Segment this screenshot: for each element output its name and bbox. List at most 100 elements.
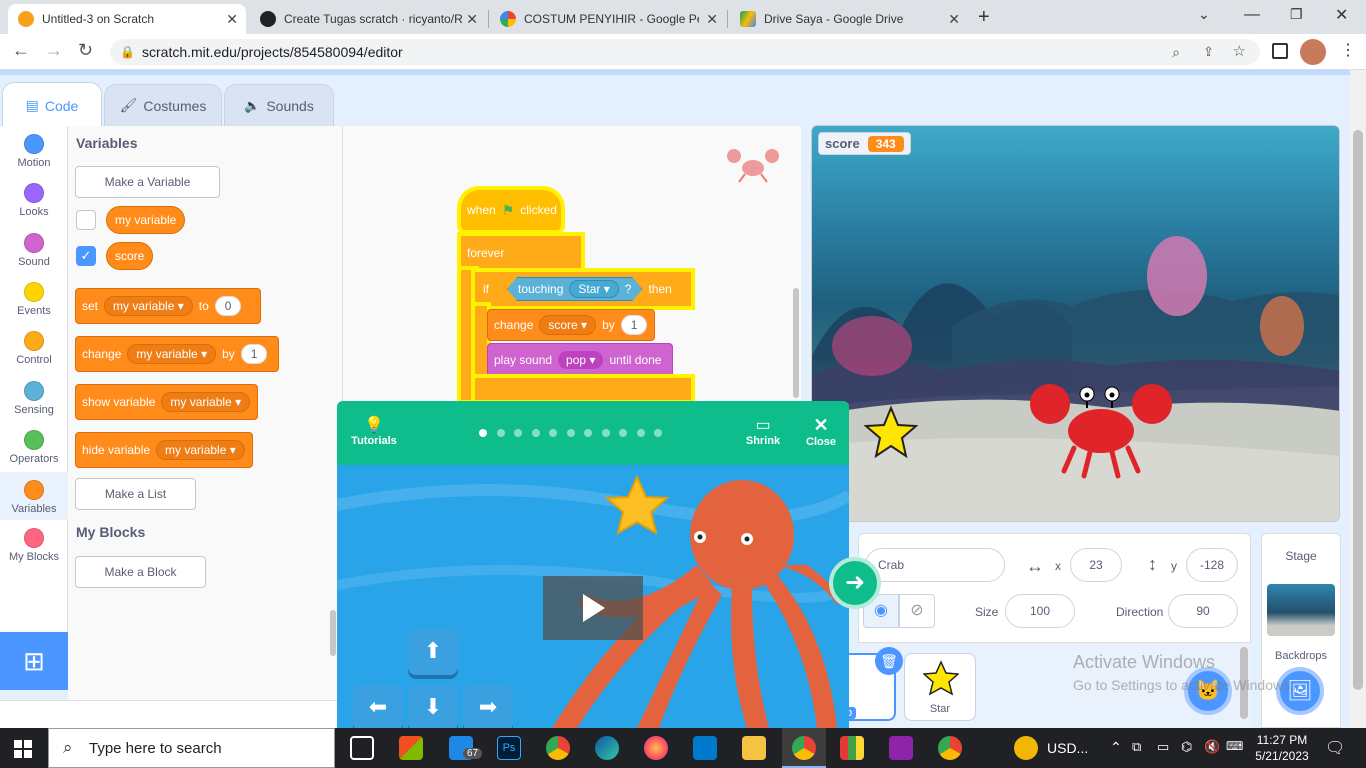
battery-icon[interactable]: ▭ (1157, 739, 1169, 755)
play-video-button[interactable] (543, 576, 643, 640)
currency-widget-icon[interactable] (1014, 736, 1038, 760)
change-score-block[interactable]: change score ▾ by 1 (487, 309, 655, 341)
tutorial-next-button[interactable]: ➜ (829, 557, 881, 609)
workspace-scrollbar[interactable] (793, 288, 799, 398)
minimize-icon[interactable]: — (1244, 6, 1260, 24)
close-tab-icon[interactable]: ✕ (466, 11, 478, 28)
tutorial-page-dot[interactable] (584, 429, 592, 437)
score-monitor[interactable]: score 343 (818, 132, 911, 155)
tutorial-page-dot[interactable] (601, 429, 610, 437)
make-variable-button[interactable]: Make a Variable (75, 166, 220, 198)
tutorial-page-dot[interactable] (514, 429, 522, 437)
chrome-icon[interactable] (546, 736, 570, 760)
my-variable-checkbox[interactable] (76, 210, 96, 230)
firefox-icon[interactable] (644, 736, 668, 760)
tutorial-page-dot[interactable] (636, 429, 645, 437)
make-block-button[interactable]: Make a Block (75, 556, 206, 588)
variable-dropdown[interactable]: my variable ▾ (161, 392, 251, 412)
close-tab-icon[interactable]: ✕ (226, 11, 238, 28)
tutorial-page-dot[interactable] (531, 429, 540, 437)
share-icon[interactable]: ⇪ (1203, 39, 1214, 65)
page-scrollbar[interactable] (1350, 70, 1366, 728)
tab-scratch[interactable]: Untitled-3 on Scratch ✕ (8, 4, 246, 34)
category-myblocks[interactable]: My Blocks (0, 528, 68, 563)
ms-store-icon[interactable] (399, 736, 423, 760)
score-checkbox[interactable]: ✓ (76, 246, 96, 266)
shrink-button[interactable]: ▭ Shrink (741, 415, 785, 447)
tab-sounds[interactable]: 🔈 Sounds (224, 84, 334, 126)
chrome-active-task[interactable] (782, 728, 826, 768)
url-field[interactable]: 🔒 scratch.mit.edu/projects/854580094/edi… (110, 39, 1260, 65)
winrar-icon[interactable] (889, 736, 913, 760)
stage-canvas[interactable] (811, 125, 1340, 522)
network-icon[interactable]: ⌬ (1181, 739, 1192, 755)
if-then-block[interactable]: if touching Star ▾ ? then (475, 272, 691, 306)
delete-sprite-button[interactable]: 🗑 (875, 647, 903, 675)
reload-icon[interactable]: ↻ (78, 40, 93, 61)
category-events[interactable]: Events (0, 282, 68, 317)
app-icon-multicolor[interactable] (840, 736, 864, 760)
close-tab-icon[interactable]: ✕ (948, 11, 960, 28)
tutorial-page-dot[interactable] (496, 429, 505, 437)
hide-sprite-button[interactable]: ⊘ (899, 594, 935, 628)
new-tab-button[interactable]: + (978, 6, 990, 29)
tutorial-page-dot[interactable] (549, 429, 557, 437)
forward-icon[interactable]: → (45, 40, 63, 61)
when-flag-clicked-block[interactable]: when ⚑ clicked (461, 190, 561, 230)
clock-date[interactable]: 5/21/2023 (1254, 749, 1310, 763)
tutorial-video[interactable]: ⬆ ⬅ ⬇ ➡ (337, 465, 849, 728)
category-variables[interactable]: Variables (0, 472, 68, 520)
sprite-tile-star[interactable]: Star (904, 653, 976, 721)
side-panel-icon[interactable] (1272, 43, 1288, 59)
tab-costumes[interactable]: 🖌 Costumes (104, 84, 222, 126)
category-sensing[interactable]: Sensing (0, 381, 68, 416)
x-field[interactable]: 23 (1070, 548, 1122, 582)
value-input[interactable]: 1 (620, 315, 648, 335)
restore-icon[interactable]: ❐ (1290, 6, 1303, 23)
currency-widget-text[interactable]: USD... (1047, 740, 1088, 756)
category-control[interactable]: Control (0, 331, 68, 366)
star-sprite-icon[interactable] (864, 405, 918, 459)
close-tutorial-button[interactable]: ✕ Close (799, 415, 843, 448)
show-variable-block[interactable]: show variable my variable ▾ (75, 384, 258, 420)
variable-dropdown[interactable]: my variable ▾ (127, 344, 217, 364)
profile-avatar[interactable] (1300, 39, 1326, 65)
file-explorer-icon[interactable] (742, 736, 766, 760)
task-view-icon[interactable] (350, 736, 374, 760)
y-field[interactable]: -128 (1186, 548, 1238, 582)
volume-icon[interactable]: 🔇 (1204, 739, 1220, 755)
add-extension-button[interactable]: ⊞ (0, 632, 68, 690)
tab-code[interactable]: ▤ Code (2, 82, 102, 128)
score-reporter[interactable]: score (106, 242, 154, 270)
my-variable-reporter[interactable]: my variable (106, 206, 186, 234)
tutorial-page-dot[interactable] (566, 429, 575, 437)
direction-field[interactable]: 90 (1168, 594, 1238, 628)
taskbar-search[interactable]: ⌕ Type here to search (48, 728, 335, 768)
palette-scrollbar[interactable] (330, 610, 336, 656)
variable-dropdown[interactable]: score ▾ (539, 315, 597, 335)
variable-dropdown[interactable]: my variable ▾ (104, 296, 193, 316)
back-icon[interactable]: ← (12, 40, 30, 61)
bookmark-star-icon[interactable]: ☆ (1233, 39, 1246, 65)
category-sound[interactable]: Sound (0, 233, 68, 268)
tray-chevron-icon[interactable]: ⌃ (1110, 739, 1122, 756)
tutorial-page-dot[interactable] (619, 429, 627, 437)
vscode-icon[interactable] (693, 736, 717, 760)
play-sound-block[interactable]: play sound pop ▾ until done (487, 343, 673, 377)
tutorial-page-dot[interactable] (654, 429, 662, 437)
make-list-button[interactable]: Make a List (75, 478, 196, 510)
sprite-name-field[interactable]: Crab (865, 548, 1005, 582)
menu-kebab-icon[interactable]: ⋮ (1340, 40, 1356, 60)
tray-camera-icon[interactable]: ⧉ (1132, 739, 1141, 755)
value-input[interactable]: 0 (214, 296, 242, 316)
tab-google-search[interactable]: COSTUM PENYIHIR - Google Pen ✕ (490, 4, 726, 34)
close-window-icon[interactable]: ✕ (1335, 5, 1348, 25)
tutorial-page-dot[interactable] (479, 429, 487, 437)
windows-start-icon[interactable] (14, 740, 32, 758)
change-variable-block[interactable]: change my variable ▾ by 1 (75, 336, 279, 372)
hide-variable-block[interactable]: hide variable my variable ▾ (75, 432, 253, 468)
close-tab-icon[interactable]: ✕ (706, 11, 718, 28)
value-input[interactable]: 1 (240, 344, 268, 364)
clock-time[interactable]: 11:27 PM (1256, 733, 1308, 747)
zoom-icon[interactable]: ⌕ (1172, 39, 1180, 65)
